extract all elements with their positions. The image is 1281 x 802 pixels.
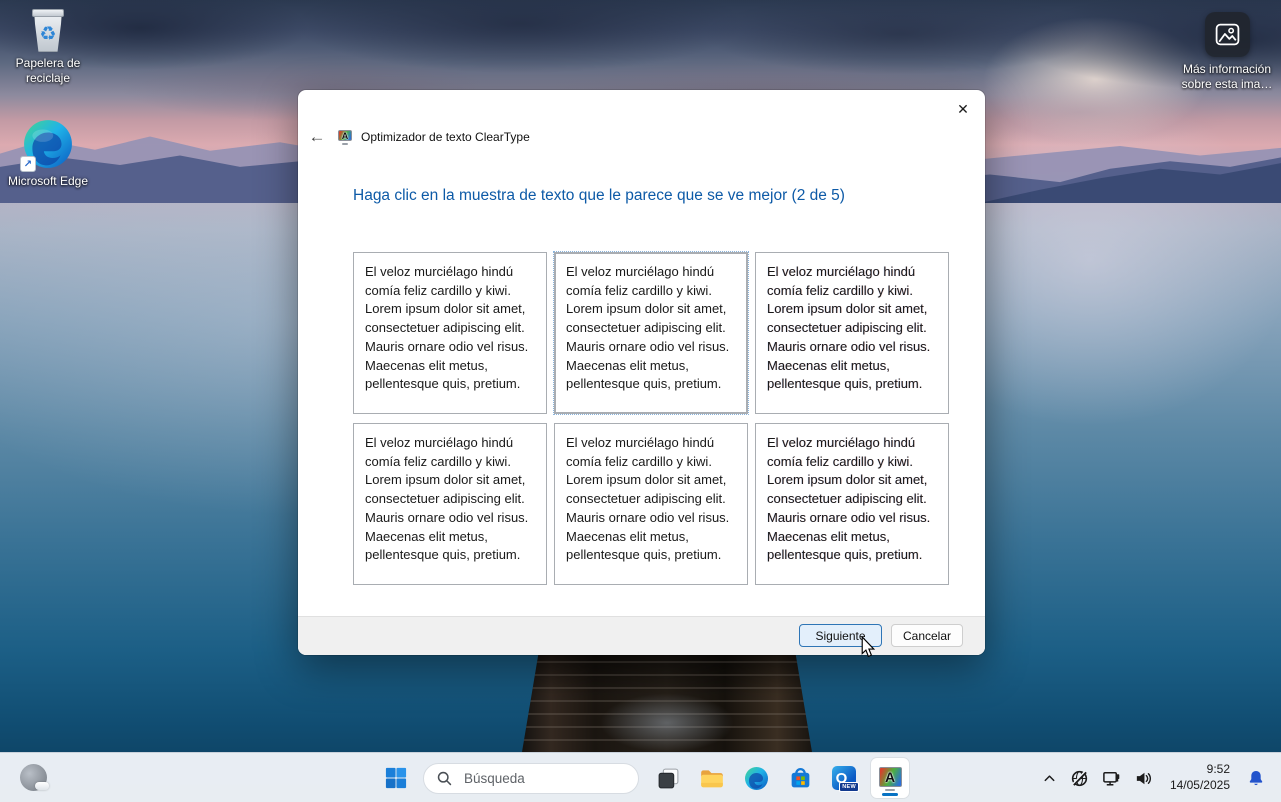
outlook-new-badge: NEW: [839, 782, 859, 792]
dialog-heading: Haga clic en la muestra de texto que le …: [353, 187, 845, 205]
spotlight-label: Más información sobre esta ima…: [1182, 62, 1273, 92]
text-sample[interactable]: El veloz murciélago hindú comía feliz ca…: [554, 423, 748, 585]
search-input[interactable]: [462, 770, 626, 787]
desktop-wallpaper: ♻ Papelera de reciclaje ↗ Microsoft Edge: [0, 0, 1281, 802]
ethernet-network-icon[interactable]: [1102, 769, 1121, 788]
task-view-icon[interactable]: [651, 758, 685, 798]
edge-label: Microsoft Edge: [8, 174, 88, 189]
clock-time: 9:52: [1170, 762, 1230, 778]
next-button[interactable]: Siguiente: [799, 624, 882, 647]
tray-clock[interactable]: 9:52 14/05/2025: [1170, 762, 1230, 793]
cancel-button[interactable]: Cancelar: [891, 624, 963, 647]
cleartype-dialog: ✕ ← A Optimizador de texto ClearType Hag…: [298, 90, 985, 655]
close-icon[interactable]: ✕: [949, 96, 977, 122]
wallpaper-pier: [522, 648, 812, 752]
shortcut-arrow-icon: ↗: [20, 156, 36, 172]
text-sample[interactable]: El veloz murciélago hindú comía feliz ca…: [353, 252, 547, 414]
picture-icon[interactable]: [1205, 12, 1250, 57]
edge-taskbar-icon[interactable]: [739, 758, 773, 798]
desktop-icon-microsoft-edge[interactable]: ↗ Microsoft Edge: [6, 118, 90, 189]
text-sample[interactable]: El veloz murciélago hindú comía feliz ca…: [755, 423, 949, 585]
weather-widget-icon[interactable]: [20, 764, 47, 791]
cleartype-taskbar-icon[interactable]: A: [871, 758, 909, 798]
taskbar-search[interactable]: [423, 763, 639, 794]
file-explorer-icon[interactable]: [695, 758, 729, 798]
recycle-bin-label: Papelera de reciclaje: [16, 56, 81, 86]
back-arrow-icon[interactable]: ←: [305, 127, 329, 147]
notification-bell-icon[interactable]: [1247, 769, 1265, 787]
recycle-bin-icon: ♻: [29, 8, 67, 52]
start-button[interactable]: [381, 758, 411, 798]
microsoft-store-icon[interactable]: [783, 758, 817, 798]
speaker-icon[interactable]: [1134, 769, 1153, 788]
tray-chevron-up-icon[interactable]: [1042, 771, 1057, 786]
desktop-icon-recycle-bin[interactable]: ♻ Papelera de reciclaje: [6, 8, 90, 86]
text-sample-grid: El veloz murciélago hindú comía feliz ca…: [353, 252, 949, 585]
clock-date: 14/05/2025: [1170, 778, 1230, 794]
no-internet-globe-icon[interactable]: [1070, 769, 1089, 788]
cleartype-app-icon: A: [337, 129, 353, 145]
text-sample[interactable]: El veloz murciélago hindú comía feliz ca…: [755, 252, 949, 414]
dialog-title: Optimizador de texto ClearType: [361, 130, 530, 144]
text-sample[interactable]: El veloz murciélago hindú comía feliz ca…: [554, 252, 748, 414]
search-icon: [436, 770, 453, 787]
recycle-symbol-icon: ♻: [39, 25, 56, 44]
dialog-footer: Siguiente Cancelar: [298, 616, 985, 655]
text-sample[interactable]: El veloz murciélago hindú comía feliz ca…: [353, 423, 547, 585]
taskbar: O NEW A: [0, 752, 1281, 802]
edge-icon: ↗: [22, 118, 74, 170]
outlook-new-icon[interactable]: O NEW: [827, 758, 861, 798]
windows-logo-icon: [385, 767, 407, 789]
spotlight-info[interactable]: Más información sobre esta ima…: [1181, 12, 1273, 92]
